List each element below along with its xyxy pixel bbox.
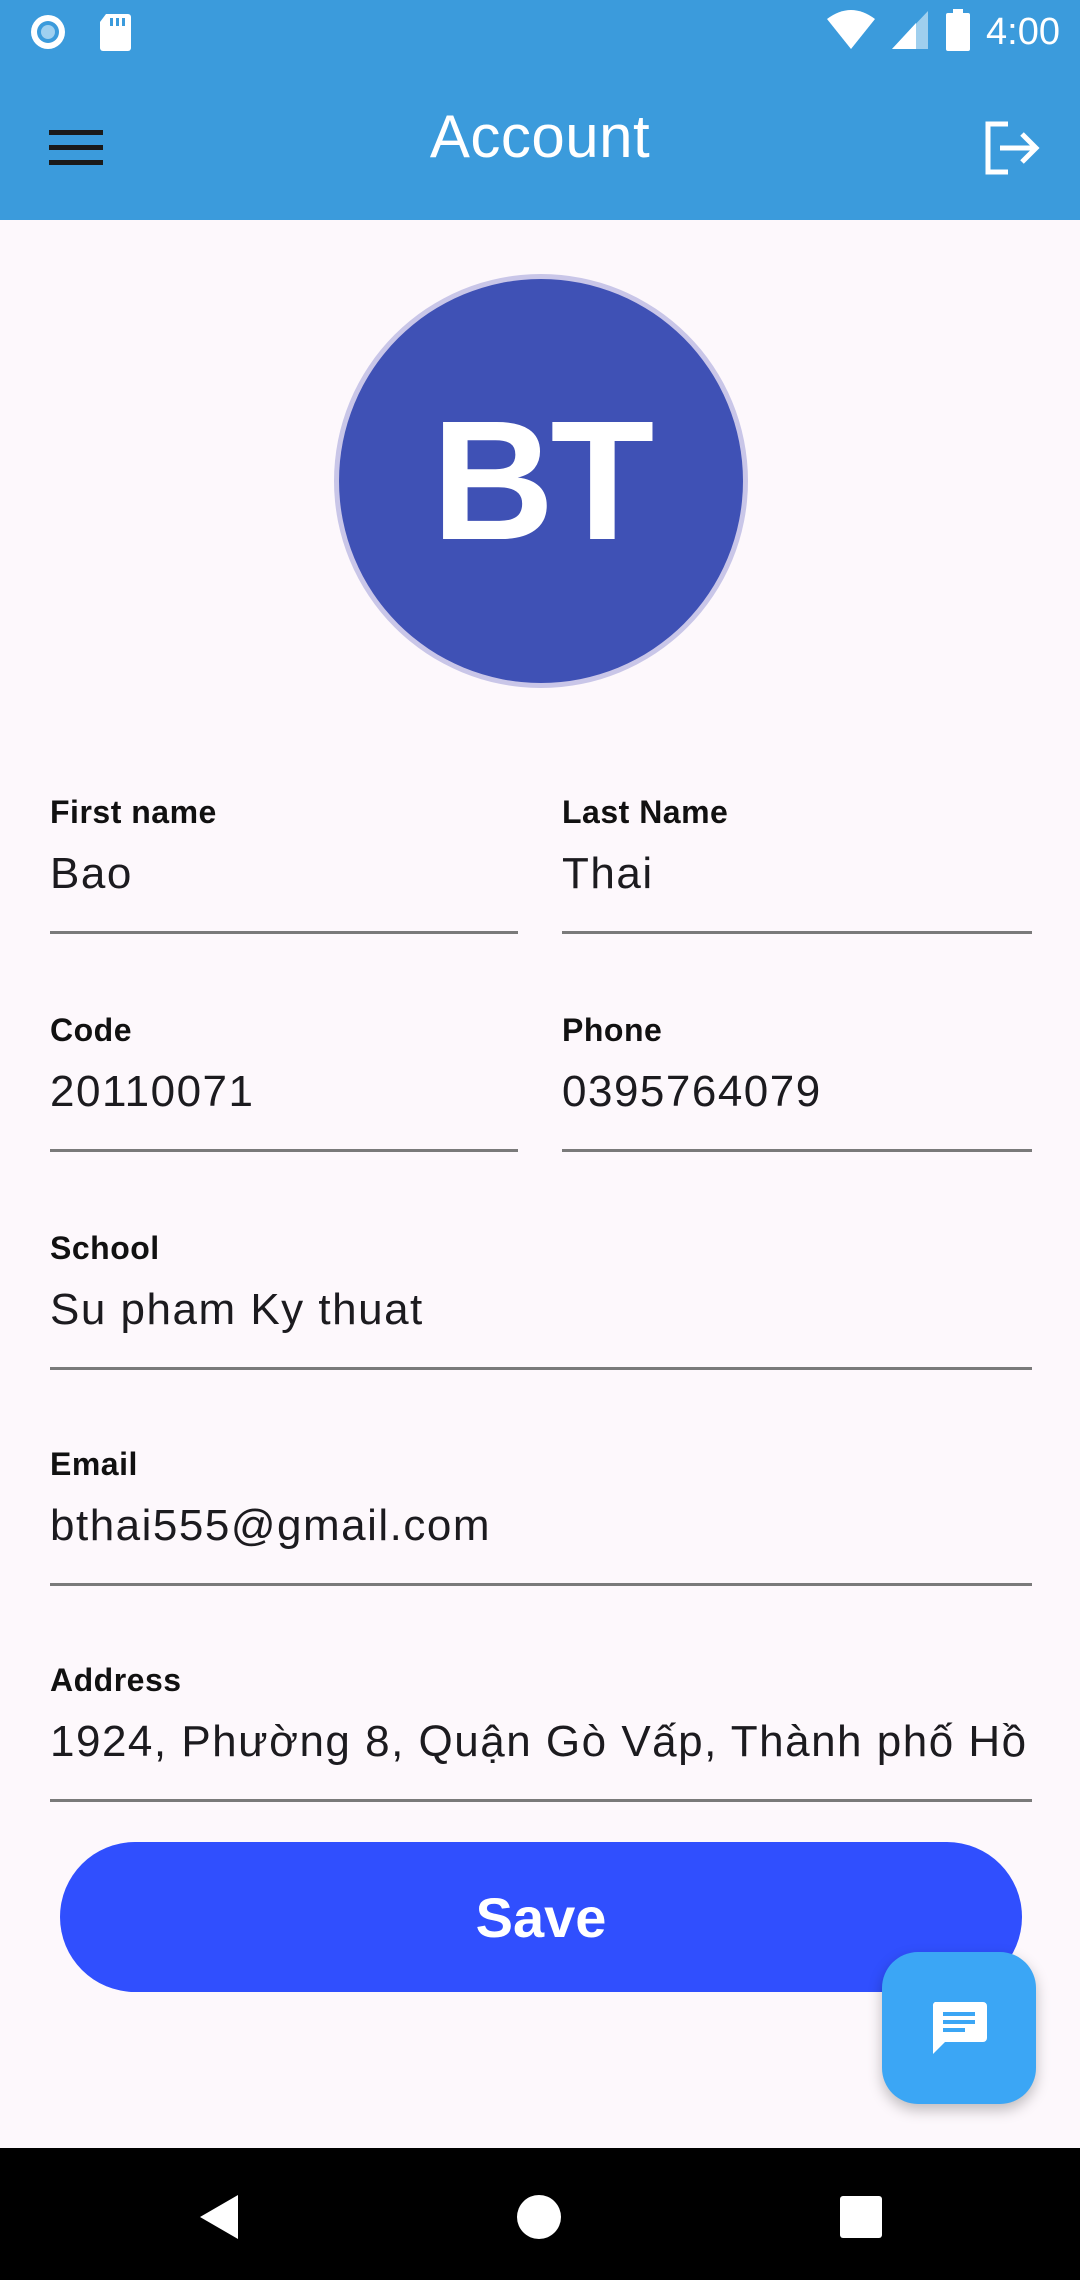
status-time: 4:00 bbox=[986, 11, 1060, 53]
status-left bbox=[28, 12, 132, 57]
status-bar: 4:00 bbox=[0, 0, 1080, 66]
logout-button[interactable] bbox=[974, 110, 1050, 186]
last-name-label: Last Name bbox=[562, 794, 729, 830]
email-underline bbox=[50, 1583, 1032, 1586]
avatar-initials: BT bbox=[339, 279, 743, 683]
email-input[interactable] bbox=[50, 1501, 1032, 1551]
email-label: Email bbox=[50, 1446, 138, 1482]
code-input[interactable] bbox=[50, 1067, 518, 1117]
address-field[interactable]: Address bbox=[50, 1662, 1032, 1802]
school-input[interactable] bbox=[50, 1285, 1032, 1335]
record-icon bbox=[28, 12, 68, 57]
avatar[interactable]: BT bbox=[334, 274, 748, 688]
first-name-field[interactable]: First name bbox=[50, 794, 518, 934]
wifi-icon bbox=[826, 9, 876, 56]
sd-card-icon bbox=[98, 12, 132, 57]
phone-label: Phone bbox=[562, 1012, 663, 1048]
address-underline bbox=[50, 1799, 1032, 1802]
battery-icon bbox=[944, 8, 972, 57]
first-name-underline bbox=[50, 931, 518, 934]
phone-input[interactable] bbox=[562, 1067, 1032, 1117]
email-field[interactable]: Email bbox=[50, 1446, 1032, 1586]
address-input[interactable] bbox=[50, 1717, 1032, 1767]
last-name-field[interactable]: Last Name bbox=[562, 794, 1032, 934]
school-label: School bbox=[50, 1230, 160, 1266]
first-name-input[interactable] bbox=[50, 849, 518, 899]
save-button[interactable]: Save bbox=[60, 1842, 1022, 1992]
recents-button[interactable] bbox=[826, 2182, 896, 2252]
phone-field[interactable]: Phone bbox=[562, 1012, 1032, 1152]
school-underline bbox=[50, 1367, 1032, 1370]
last-name-input[interactable] bbox=[562, 849, 1032, 899]
recents-icon bbox=[840, 2196, 882, 2238]
logout-icon bbox=[985, 121, 1040, 175]
chat-icon bbox=[932, 2002, 987, 2054]
app-bar: Account bbox=[0, 66, 1080, 220]
code-label: Code bbox=[50, 1012, 132, 1048]
home-icon bbox=[517, 2195, 561, 2239]
status-right: 4:00 bbox=[826, 8, 1060, 57]
home-button[interactable] bbox=[504, 2182, 574, 2252]
back-icon bbox=[200, 2195, 238, 2239]
code-field[interactable]: Code bbox=[50, 1012, 518, 1152]
signal-icon bbox=[890, 9, 930, 56]
chat-fab-button[interactable] bbox=[882, 1952, 1036, 2104]
school-field[interactable]: School bbox=[50, 1230, 1032, 1370]
back-button[interactable] bbox=[184, 2182, 254, 2252]
page-title: Account bbox=[429, 103, 651, 170]
code-underline bbox=[50, 1149, 518, 1152]
phone-underline bbox=[562, 1149, 1032, 1152]
navigation-bar bbox=[0, 2148, 1080, 2280]
first-name-label: First name bbox=[50, 794, 217, 830]
last-name-underline bbox=[562, 931, 1032, 934]
address-label: Address bbox=[50, 1662, 182, 1698]
